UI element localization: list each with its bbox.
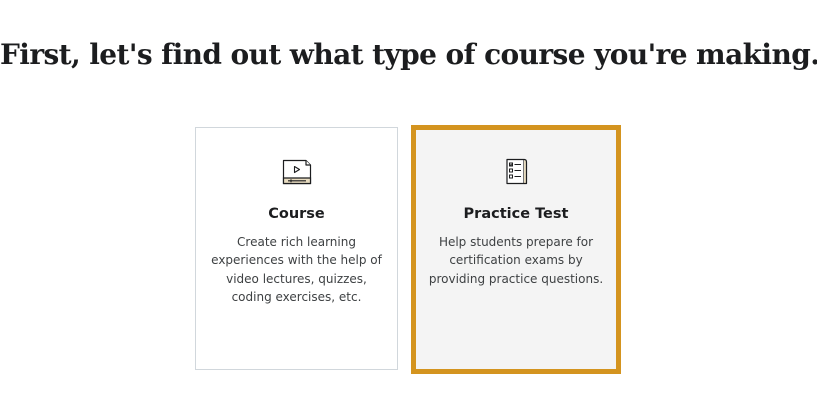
course-type-option-practice-test[interactable]: Practice Test Help students prepare for … <box>411 125 621 374</box>
video-lecture-icon <box>280 157 314 187</box>
option-title: Practice Test <box>463 206 569 222</box>
option-title: Course <box>268 206 325 222</box>
page-title: First, let's find out what type of cours… <box>0 38 817 71</box>
course-type-option-course[interactable]: Course Create rich learning experiences … <box>195 127 398 370</box>
option-description: Create rich learning experiences with th… <box>211 235 382 304</box>
checklist-document-icon <box>499 156 533 186</box>
option-description: Help students prepare for certification … <box>428 235 604 286</box>
